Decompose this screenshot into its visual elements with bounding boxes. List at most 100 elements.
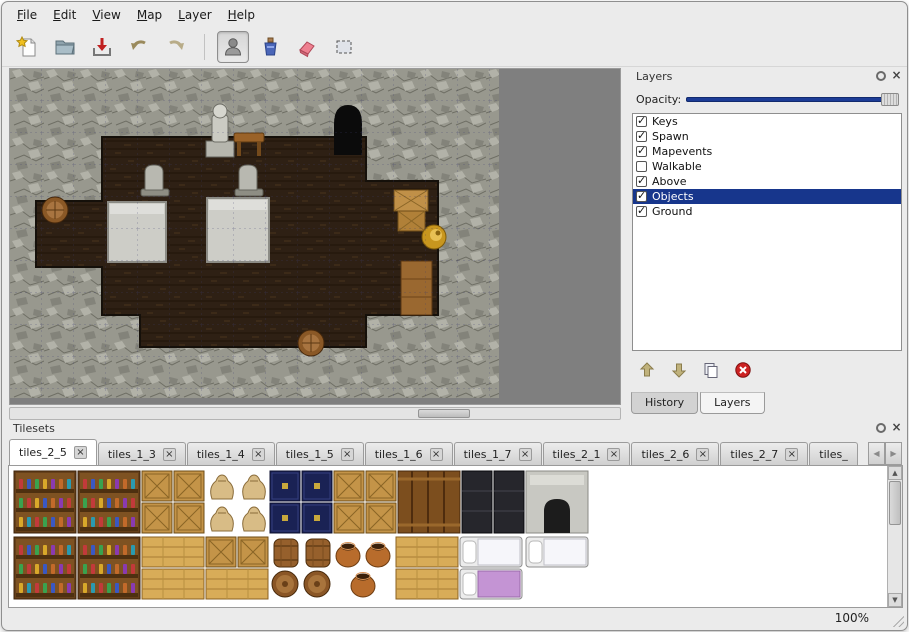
- arrow-up-icon: [638, 361, 656, 379]
- layer-visibility-checkbox[interactable]: [636, 146, 647, 157]
- toolbar: [2, 27, 907, 67]
- tab-close-icon[interactable]: [163, 448, 176, 461]
- tab-close-icon[interactable]: [519, 448, 532, 461]
- map-hscroll-thumb[interactable]: [418, 409, 470, 418]
- float-icon[interactable]: [876, 423, 886, 433]
- fill-tool-button[interactable]: [254, 31, 286, 63]
- tab-close-icon[interactable]: [341, 448, 354, 461]
- tab-layers[interactable]: Layers: [700, 392, 764, 414]
- arrow-down-icon: [670, 361, 688, 379]
- tab-close-icon[interactable]: [252, 448, 265, 461]
- tab-scroll-buttons: [868, 442, 902, 465]
- undo-button[interactable]: [123, 31, 155, 63]
- tileset-tab-label: tiles_2_5: [19, 446, 67, 459]
- menu-file[interactable]: File: [10, 5, 44, 25]
- opacity-label: Opacity:: [636, 93, 686, 106]
- layer-visibility-checkbox[interactable]: [636, 176, 647, 187]
- layer-row[interactable]: Spawn: [633, 129, 901, 144]
- tileset-view[interactable]: [8, 465, 903, 608]
- layer-row[interactable]: Above: [633, 174, 901, 189]
- tab-close-icon[interactable]: [74, 446, 87, 459]
- raise-layer-button[interactable]: [636, 359, 658, 381]
- tileset-tab-label: tiles_: [819, 448, 847, 461]
- save-button[interactable]: [86, 31, 118, 63]
- rect-select-icon: [332, 35, 356, 59]
- layer-name: Ground: [652, 205, 692, 218]
- lower-layer-button[interactable]: [668, 359, 690, 381]
- tilesets-dock-titlebar[interactable]: Tilesets: [6, 420, 905, 437]
- opacity-row: Opacity:: [636, 89, 899, 109]
- tileset-tab-bar: tiles_2_5 tiles_1_3 tiles_1_4 tiles_1_5 …: [9, 439, 865, 465]
- tileset-tab[interactable]: tiles_1_7: [454, 442, 542, 465]
- tileset-tab[interactable]: tiles_1_6: [365, 442, 453, 465]
- tileset-tab-label: tiles_1_4: [197, 448, 245, 461]
- tab-close-icon[interactable]: [696, 448, 709, 461]
- layer-visibility-checkbox[interactable]: [636, 116, 647, 127]
- close-icon[interactable]: [891, 70, 902, 81]
- tileset-tab[interactable]: tiles_1_4: [187, 442, 275, 465]
- tilesets-dock: Tilesets tiles_2_5 tiles_1_3 tiles_1_4 t…: [6, 420, 905, 610]
- opacity-slider[interactable]: [686, 92, 899, 107]
- map-viewport[interactable]: [9, 68, 621, 405]
- tileset-tab[interactable]: tiles_2_5: [9, 439, 97, 465]
- layer-visibility-checkbox[interactable]: [636, 161, 647, 172]
- tileset-tab-label: tiles_2_6: [641, 448, 689, 461]
- open-folder-icon: [53, 35, 77, 59]
- select-tool-button[interactable]: [328, 31, 360, 63]
- tileset-tab[interactable]: tiles_2_7: [720, 442, 808, 465]
- menu-help[interactable]: Help: [221, 5, 262, 25]
- map-canvas[interactable]: [10, 69, 620, 404]
- layer-visibility-checkbox[interactable]: [636, 206, 647, 217]
- tileset-tab[interactable]: tiles_: [809, 442, 857, 465]
- opacity-slider-handle[interactable]: [881, 93, 899, 106]
- float-icon[interactable]: [876, 71, 886, 81]
- redo-icon: [164, 35, 188, 59]
- redo-button[interactable]: [160, 31, 192, 63]
- scroll-up-icon[interactable]: [888, 466, 902, 480]
- tileset-tab[interactable]: tiles_2_1: [543, 442, 631, 465]
- new-file-icon: [16, 35, 40, 59]
- menu-edit[interactable]: Edit: [46, 5, 83, 25]
- tab-close-icon[interactable]: [607, 448, 620, 461]
- duplicate-layer-button[interactable]: [700, 359, 722, 381]
- layer-row[interactable]: Objects: [633, 189, 901, 204]
- eraser-tool-icon: [295, 35, 319, 59]
- layer-name: Mapevents: [652, 145, 712, 158]
- layer-row[interactable]: Walkable: [633, 159, 901, 174]
- layer-row[interactable]: Ground: [633, 204, 901, 219]
- scroll-down-icon[interactable]: [888, 593, 902, 607]
- tab-close-icon[interactable]: [430, 448, 443, 461]
- scroll-left-icon[interactable]: [868, 442, 885, 465]
- menu-layer[interactable]: Layer: [171, 5, 218, 25]
- stamp-tool-button[interactable]: [217, 31, 249, 63]
- tileset-tab[interactable]: tiles_2_6: [631, 442, 719, 465]
- scroll-right-icon[interactable]: [885, 442, 902, 465]
- resize-grip[interactable]: [890, 613, 904, 627]
- menu-view[interactable]: View: [85, 5, 127, 25]
- tilesets-dock-title: Tilesets: [13, 422, 55, 435]
- map-grid-overlay: [10, 69, 499, 398]
- tab-close-icon[interactable]: [785, 448, 798, 461]
- delete-layer-button[interactable]: [732, 359, 754, 381]
- eraser-tool-button[interactable]: [291, 31, 323, 63]
- layer-row[interactable]: Keys: [633, 114, 901, 129]
- undo-icon: [127, 35, 151, 59]
- map-horizontal-scrollbar[interactable]: [9, 407, 621, 420]
- layers-dock-titlebar[interactable]: Layers: [629, 68, 905, 85]
- menu-map[interactable]: Map: [130, 5, 169, 25]
- tab-history[interactable]: History: [631, 392, 698, 414]
- layer-list[interactable]: Keys Spawn Mapevents Walkable Above Obje…: [632, 113, 902, 351]
- layer-visibility-checkbox[interactable]: [636, 131, 647, 142]
- close-icon[interactable]: [891, 422, 902, 433]
- tileset-tab[interactable]: tiles_1_3: [98, 442, 186, 465]
- tileset-tab[interactable]: tiles_1_5: [276, 442, 364, 465]
- new-file-button[interactable]: [12, 31, 44, 63]
- layer-name: Above: [652, 175, 687, 188]
- layer-visibility-checkbox[interactable]: [636, 191, 647, 202]
- tileset-vscroll-thumb[interactable]: [889, 481, 901, 525]
- tileset-canvas[interactable]: [12, 469, 892, 601]
- layer-name: Walkable: [652, 160, 702, 173]
- layer-row[interactable]: Mapevents: [633, 144, 901, 159]
- tileset-vertical-scrollbar[interactable]: [887, 466, 902, 607]
- open-button[interactable]: [49, 31, 81, 63]
